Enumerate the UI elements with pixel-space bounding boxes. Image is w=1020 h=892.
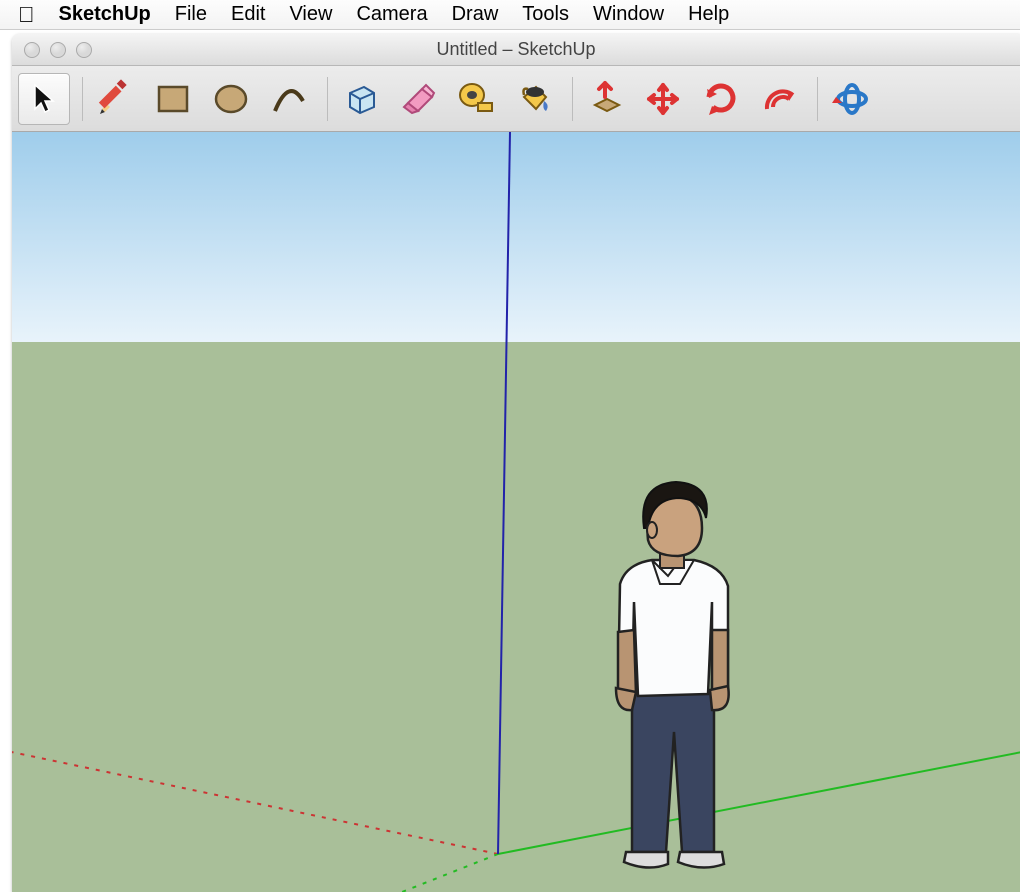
rectangle-tool[interactable] (147, 73, 199, 125)
pencil-icon (95, 79, 135, 119)
window-menu[interactable]: Window (593, 3, 664, 26)
paint-bucket-tool[interactable] (508, 73, 560, 125)
minimize-window-button[interactable] (50, 42, 66, 58)
tools-menu[interactable]: Tools (522, 3, 569, 26)
arc-tool[interactable] (263, 73, 315, 125)
tape-measure-tool[interactable] (450, 73, 502, 125)
traffic-lights (12, 42, 92, 58)
toolbar-separator (327, 77, 328, 121)
draw-menu[interactable]: Draw (452, 3, 499, 26)
toolbar (12, 66, 1020, 132)
arc-icon (269, 79, 309, 119)
edit-menu[interactable]: Edit (231, 3, 265, 26)
app-window: Untitled – SketchUp (12, 34, 1020, 892)
select-tool[interactable] (18, 73, 70, 125)
orbit-icon (830, 79, 870, 119)
component-icon (340, 79, 380, 119)
offset-icon (759, 79, 799, 119)
orbit-tool[interactable] (824, 73, 876, 125)
rotate-tool[interactable] (695, 73, 747, 125)
circle-tool[interactable] (205, 73, 257, 125)
move-icon (643, 79, 683, 119)
toolbar-separator (817, 77, 818, 121)
view-menu[interactable]: View (289, 3, 332, 26)
window-title: Untitled – SketchUp (12, 39, 1020, 60)
push-pull-icon (585, 79, 625, 119)
cursor-icon (27, 82, 61, 116)
ground (12, 342, 1020, 892)
circle-icon (211, 79, 251, 119)
scene-canvas (12, 132, 1020, 892)
move-tool[interactable] (637, 73, 689, 125)
zoom-window-button[interactable] (76, 42, 92, 58)
paint-bucket-icon (514, 79, 554, 119)
app-menu[interactable]: SketchUp (59, 3, 151, 26)
viewport[interactable] (12, 132, 1020, 892)
sky (12, 132, 1020, 342)
mac-menubar:  SketchUp File Edit View Camera Draw To… (0, 0, 1020, 30)
titlebar[interactable]: Untitled – SketchUp (12, 34, 1020, 66)
camera-menu[interactable]: Camera (356, 3, 427, 26)
make-component-tool[interactable] (334, 73, 386, 125)
close-window-button[interactable] (24, 42, 40, 58)
offset-tool[interactable] (753, 73, 805, 125)
push-pull-tool[interactable] (579, 73, 631, 125)
help-menu[interactable]: Help (688, 3, 729, 26)
eraser-icon (398, 79, 438, 119)
rotate-icon (701, 79, 741, 119)
apple-menu-icon[interactable]:  (18, 4, 35, 26)
toolbar-separator (82, 77, 83, 121)
rectangle-icon (153, 79, 193, 119)
tape-measure-icon (456, 79, 496, 119)
toolbar-separator (572, 77, 573, 121)
eraser-tool[interactable] (392, 73, 444, 125)
file-menu[interactable]: File (175, 3, 207, 26)
line-tool[interactable] (89, 73, 141, 125)
